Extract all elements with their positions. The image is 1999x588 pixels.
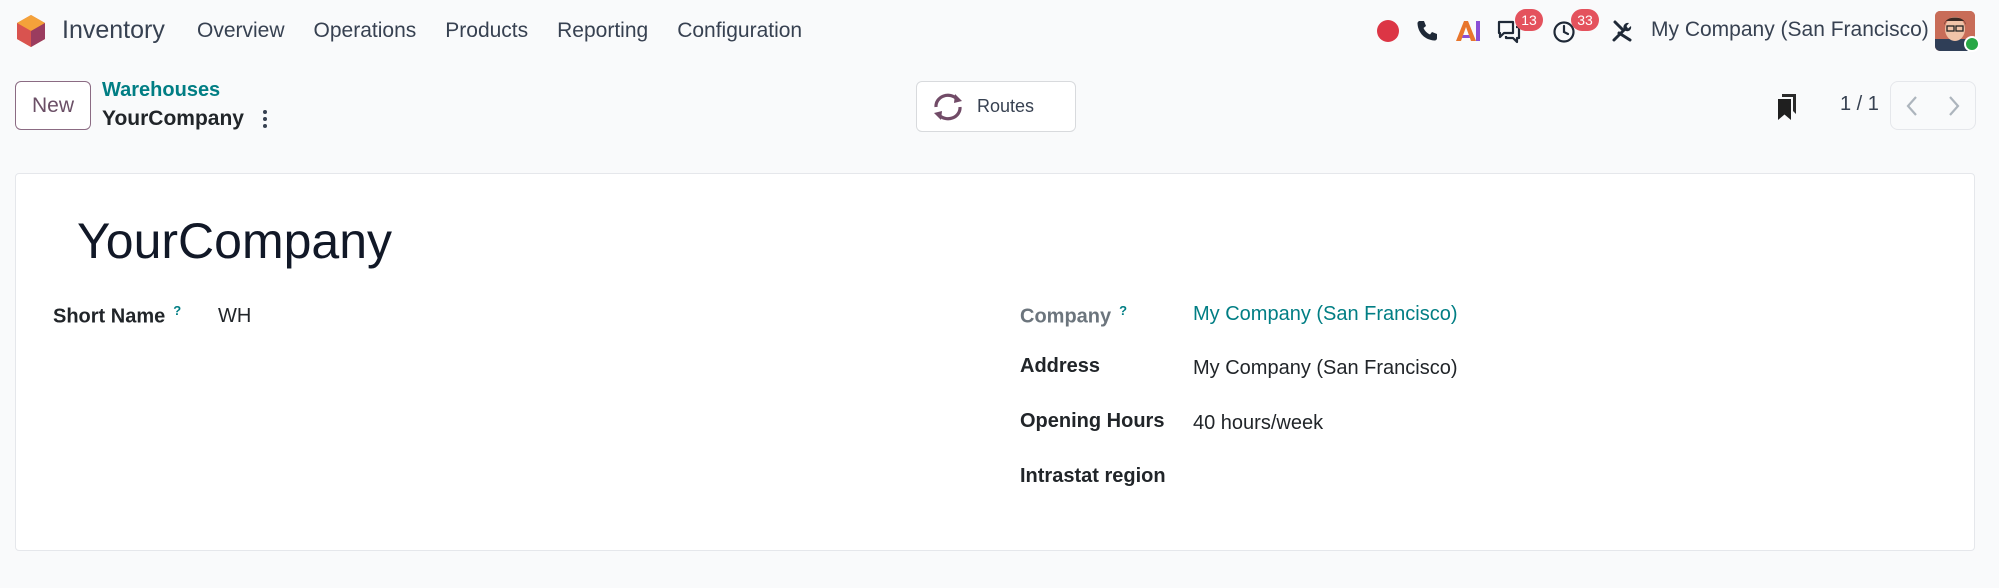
record-icon[interactable] bbox=[1377, 20, 1399, 42]
address-label: Address bbox=[1020, 355, 1101, 377]
company-field[interactable]: My Company (San Francisco) bbox=[1193, 303, 1458, 326]
main-menu: Overview Operations Products Reporting C… bbox=[197, 19, 831, 43]
online-status-indicator bbox=[1964, 36, 1980, 52]
messages-badge: 13 bbox=[1515, 9, 1543, 31]
breadcrumb-current: YourCompany bbox=[102, 107, 244, 130]
short-name-help-icon[interactable]: ? bbox=[173, 303, 181, 318]
chevron-right-icon bbox=[1949, 95, 1960, 116]
opening-hours-label: Opening Hours bbox=[1020, 410, 1165, 432]
short-name-label-text: Short Name bbox=[53, 305, 166, 328]
tools-icon[interactable] bbox=[1610, 18, 1636, 44]
menu-configuration[interactable]: Configuration bbox=[677, 19, 802, 43]
phone-icon[interactable] bbox=[1415, 19, 1439, 43]
pager-value[interactable]: 1 / 1 bbox=[1840, 93, 1879, 116]
short-name-label: Short Name? bbox=[53, 303, 181, 329]
pager-next-button[interactable] bbox=[1933, 82, 1975, 129]
routes-button[interactable]: Routes bbox=[916, 81, 1076, 132]
routes-label: Routes bbox=[977, 96, 1035, 116]
odoo-logo-icon[interactable] bbox=[15, 14, 47, 48]
address-field[interactable]: My Company (San Francisco) bbox=[1193, 357, 1458, 380]
intrastat-region-field[interactable] bbox=[1193, 465, 1693, 491]
activities-badge: 33 bbox=[1571, 9, 1599, 31]
chevron-left-icon bbox=[1906, 95, 1917, 116]
menu-operations[interactable]: Operations bbox=[314, 19, 417, 43]
company-label-text: Company bbox=[1020, 305, 1112, 328]
pager-previous-button[interactable] bbox=[1891, 82, 1933, 129]
opening-hours-field[interactable]: 40 hours/week bbox=[1193, 412, 1323, 435]
intrastat-region-label: Intrastat region bbox=[1020, 465, 1166, 487]
actions-menu-icon[interactable] bbox=[258, 108, 272, 130]
bookmark-icon[interactable] bbox=[1775, 92, 1799, 122]
company-help-icon[interactable]: ? bbox=[1119, 303, 1127, 318]
company-switcher[interactable]: My Company (San Francisco) bbox=[1651, 18, 1929, 42]
breadcrumb-warehouses[interactable]: Warehouses bbox=[102, 79, 220, 102]
menu-reporting[interactable]: Reporting bbox=[557, 19, 648, 43]
refresh-icon bbox=[934, 93, 962, 120]
ai-icon[interactable] bbox=[1454, 19, 1482, 43]
app-name[interactable]: Inventory bbox=[62, 16, 165, 45]
menu-overview[interactable]: Overview bbox=[197, 19, 285, 43]
pager-buttons bbox=[1890, 81, 1976, 130]
top-navbar: Inventory Overview Operations Products R… bbox=[0, 0, 1999, 62]
menu-products[interactable]: Products bbox=[445, 19, 528, 43]
short-name-field[interactable]: WH bbox=[218, 305, 251, 328]
new-button[interactable]: New bbox=[15, 81, 91, 130]
warehouse-name-field[interactable]: YourCompany bbox=[77, 212, 392, 270]
form-sheet: YourCompany Short Name? WH Company? My C… bbox=[15, 173, 1975, 551]
company-label: Company? bbox=[1020, 303, 1127, 329]
